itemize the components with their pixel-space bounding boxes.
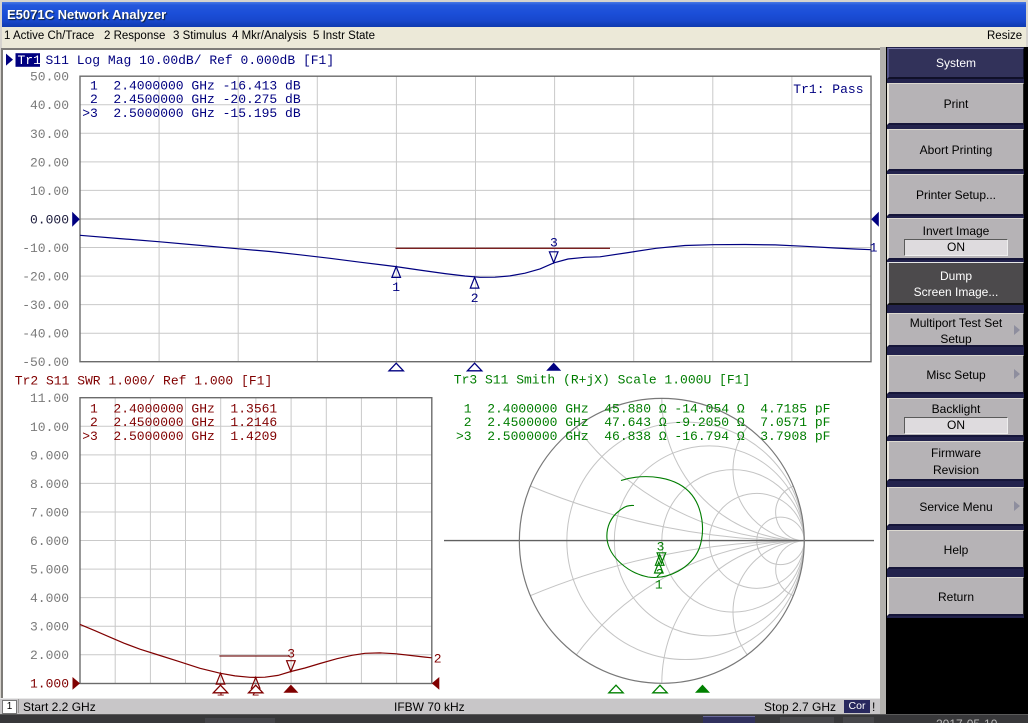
svg-text:2: 2 (471, 291, 479, 306)
svg-text:-10.00: -10.00 (22, 241, 69, 256)
svg-text:8.000: 8.000 (30, 477, 69, 492)
svg-text:-20.00: -20.00 (22, 270, 69, 285)
svg-text:-40.00: -40.00 (22, 327, 69, 342)
svg-text:20.00: 20.00 (30, 155, 69, 170)
svg-text:40.00: 40.00 (30, 98, 69, 113)
svg-text:1: 1 (655, 578, 663, 593)
svg-text:-30.00: -30.00 (22, 298, 69, 313)
svg-text:2 2.4500000 GHz 47.643 Ω -9.: 2 2.4500000 GHz 47.643 Ω -9.2050 Ω 7.057… (456, 415, 830, 430)
svg-text:1 2.4000000 GHz -16.413 dB: 1 2.4000000 GHz -16.413 dB (82, 78, 301, 93)
svg-text:3: 3 (550, 236, 558, 251)
svg-text:3.000: 3.000 (30, 620, 69, 635)
svg-text:10.00: 10.00 (30, 420, 69, 435)
svg-text:>3 2.5000000 GHz 1.4209: >3 2.5000000 GHz 1.4209 (82, 429, 277, 444)
svg-text:-50.00: -50.00 (22, 355, 69, 370)
svg-text:11.00: 11.00 (30, 391, 69, 406)
svg-text:0.000: 0.000 (30, 212, 69, 227)
svg-text:2 2.4500000 GHz -20.275 dB: 2 2.4500000 GHz -20.275 dB (82, 92, 301, 107)
svg-text:9.000: 9.000 (30, 448, 69, 463)
svg-text:5.000: 5.000 (30, 563, 69, 578)
svg-text:Tr2 S11 SWR 1.000/ Ref 1.000 [: Tr2 S11 SWR 1.000/ Ref 1.000 [F1] (15, 374, 272, 389)
svg-text:50.00: 50.00 (30, 70, 69, 85)
svg-text:2: 2 (434, 651, 442, 666)
svg-text:1: 1 (392, 280, 400, 295)
svg-text:Tr1: Tr1 (18, 53, 42, 68)
svg-text:6.000: 6.000 (30, 534, 69, 549)
svg-text:2.000: 2.000 (30, 648, 69, 663)
svg-text:Tr3 S11 Smith (R+jX) Scale 1.0: Tr3 S11 Smith (R+jX) Scale 1.000U [F1] (454, 373, 750, 388)
svg-text:>3 2.5000000 GHz -15.195 dB: >3 2.5000000 GHz -15.195 dB (82, 106, 301, 121)
svg-text:7.000: 7.000 (30, 505, 69, 520)
svg-text:S11 Log Mag 10.00dB/ Ref 0.000: S11 Log Mag 10.00dB/ Ref 0.000dB [F1] (46, 53, 335, 68)
svg-text:30.00: 30.00 (30, 127, 69, 142)
svg-text:1: 1 (870, 240, 878, 255)
svg-text:Tr1: Pass: Tr1: Pass (793, 82, 863, 97)
svg-text:10.00: 10.00 (30, 184, 69, 199)
svg-text:1.000: 1.000 (30, 677, 69, 692)
svg-text:2 2.4500000 GHz 1.2146: 2 2.4500000 GHz 1.2146 (82, 415, 277, 430)
svg-text:1 2.4000000 GHz 45.880 Ω -14: 1 2.4000000 GHz 45.880 Ω -14.054 Ω 4.718… (456, 401, 830, 416)
svg-text:4.000: 4.000 (30, 591, 69, 606)
svg-text:3: 3 (287, 647, 295, 662)
svg-text:1 2.4000000 GHz 1.3561: 1 2.4000000 GHz 1.3561 (82, 401, 277, 416)
svg-text:>3 2.5000000 GHz 46.838 Ω -1: >3 2.5000000 GHz 46.838 Ω -16.794 Ω 3.79… (456, 429, 830, 444)
svg-text:3: 3 (657, 539, 665, 554)
